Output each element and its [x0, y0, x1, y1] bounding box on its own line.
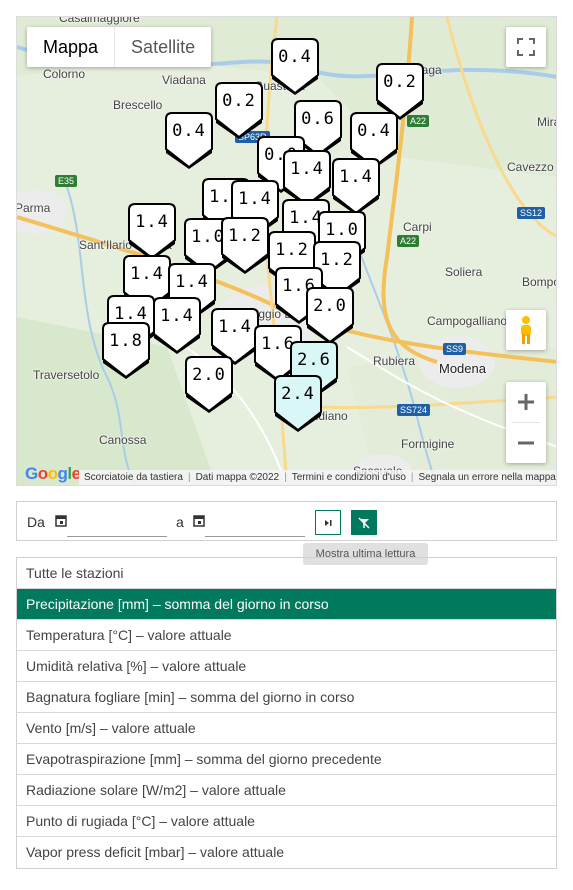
marker-value: 2.0	[192, 365, 226, 385]
marker-value: 1.4	[339, 167, 373, 187]
marker-value: 2.4	[281, 384, 315, 404]
zoom-out-button[interactable]	[506, 423, 546, 463]
marker-value: 1.4	[238, 189, 272, 209]
place-label: Canossa	[99, 433, 147, 447]
parameter-list-item[interactable]: Radiazione solare [W/m2] – valore attual…	[17, 775, 556, 806]
marker-value: 1.2	[275, 240, 309, 260]
marker-value: 1.4	[290, 159, 324, 179]
street-view-button[interactable]	[506, 310, 546, 350]
marker-value: 0.2	[383, 72, 417, 92]
road-shield: SS9	[443, 343, 467, 355]
road-shield: SS724	[397, 404, 431, 416]
place-label: Bompo	[522, 275, 557, 289]
station-marker[interactable]: 1.2	[220, 216, 270, 274]
parameter-list-item[interactable]: Punto di rugiada [°C] – valore attuale	[17, 806, 556, 837]
plus-icon	[518, 394, 534, 410]
calendar-icon[interactable]	[55, 514, 67, 527]
map-attribution: Scorciatoie da tastiera | Dati mappa ©20…	[79, 470, 556, 485]
date-filter: Da a	[16, 501, 557, 541]
from-date-input[interactable]	[67, 512, 167, 537]
reset-filter-icon	[358, 516, 370, 529]
station-marker[interactable]: 2.0	[305, 286, 355, 344]
place-label: Formigine	[401, 437, 455, 451]
marker-value: 0.6	[301, 109, 335, 129]
keyboard-shortcuts-link[interactable]: Scorciatoie da tastiera	[79, 472, 188, 483]
marker-value: 1.4	[175, 272, 209, 292]
parameter-list-item[interactable]: Evapotraspirazione [mm] – somma del gior…	[17, 744, 556, 775]
road-shield: A22	[397, 235, 420, 247]
marker-value: 1.8	[109, 331, 143, 351]
skip-next-icon	[325, 519, 332, 526]
place-label: Parma	[16, 201, 51, 215]
marker-value: 0.4	[278, 47, 312, 67]
map-footer: Google Scorciatoie da tastiera | Dati ma…	[17, 464, 556, 485]
map-type-control: Mappa Satellite	[27, 27, 212, 67]
parameter-list-item[interactable]: Tutte le stazioni	[17, 558, 556, 589]
parameter-list-item[interactable]: Vento [m/s] – valore attuale	[17, 713, 556, 744]
to-label: a	[176, 514, 184, 530]
google-logo: Google	[25, 464, 81, 483]
to-date-input[interactable]	[205, 512, 305, 537]
terms-link[interactable]: Termini e condizioni d'uso	[287, 472, 411, 483]
station-marker[interactable]: 2.4	[273, 374, 323, 432]
show-last-reading-button[interactable]	[351, 510, 377, 535]
marker-value: 1.4	[130, 264, 164, 284]
parameter-list: Tutte le stazioni Precipitazione [mm] – s…	[16, 557, 557, 869]
from-label: Da	[27, 514, 45, 530]
marker-value: 2.6	[297, 350, 331, 370]
marker-value: 2.0	[313, 296, 347, 316]
place-label: Modena	[439, 361, 486, 376]
marker-value: 0.4	[357, 121, 391, 141]
marker-value: 1.4	[160, 306, 194, 326]
map-type-satellite-button[interactable]: Satellite	[115, 27, 211, 67]
parameter-list-item[interactable]: Vapor press deficit [mbar] – valore attu…	[17, 837, 556, 868]
place-label: Viadana	[162, 73, 206, 87]
place-label: Colorno	[43, 67, 86, 81]
station-marker[interactable]: 1.4	[127, 202, 177, 260]
map[interactable]: CasalmaggioreColornoViadanaBrescelloGonz…	[16, 16, 557, 486]
fullscreen-icon	[517, 38, 535, 56]
station-marker[interactable]: 1.4	[152, 296, 202, 354]
station-marker[interactable]: 1.8	[101, 321, 151, 379]
place-label: Rubiera	[373, 354, 416, 368]
place-label: Mira	[537, 115, 556, 129]
marker-value: 0.4	[172, 121, 206, 141]
parameter-list-item[interactable]: Umidità relativa [%] – valore attuale	[17, 651, 556, 682]
pegman-icon	[521, 316, 531, 344]
station-marker[interactable]: 0.2	[214, 81, 264, 139]
place-label: Soliera	[445, 265, 483, 279]
marker-value: 1.0	[325, 220, 359, 240]
parameter-list-item[interactable]: Temperatura [°C] – valore attuale	[17, 620, 556, 651]
marker-value: 1.2	[228, 226, 262, 246]
map-data-label: Dati mappa ©2022	[195, 472, 280, 483]
minus-icon	[518, 441, 534, 445]
place-label: Campogalliano	[427, 314, 508, 328]
station-marker[interactable]: 0.4	[270, 37, 320, 95]
road-shield: SS12	[517, 207, 546, 219]
place-label: Carpi	[403, 220, 432, 234]
calendar-icon[interactable]	[193, 514, 205, 527]
station-marker[interactable]: 0.4	[164, 111, 214, 169]
place-label: Brescello	[113, 98, 163, 112]
parameter-list-item[interactable]: Bagnatura fogliare [min] – somma del gio…	[17, 682, 556, 713]
zoom-control	[506, 382, 546, 463]
place-label: Casalmaggiore	[59, 16, 140, 25]
station-marker[interactable]: 1.4	[331, 157, 381, 215]
station-marker[interactable]: 2.0	[184, 355, 234, 413]
parameter-list-item[interactable]: Precipitazione [mm] – somma del giorno i…	[17, 589, 556, 620]
apply-date-button[interactable]	[315, 510, 341, 535]
marker-value: 0.2	[222, 91, 256, 111]
place-label: Traversetolo	[33, 368, 100, 382]
fullscreen-button[interactable]	[506, 27, 546, 67]
zoom-in-button[interactable]	[506, 382, 546, 422]
marker-value: 1.4	[135, 212, 169, 232]
place-label: Cavezzo	[507, 160, 554, 174]
report-error-link[interactable]: Segnala un errore nella mappa	[414, 472, 556, 483]
map-type-map-button[interactable]: Mappa	[27, 27, 116, 67]
road-shield: E35	[55, 175, 78, 187]
